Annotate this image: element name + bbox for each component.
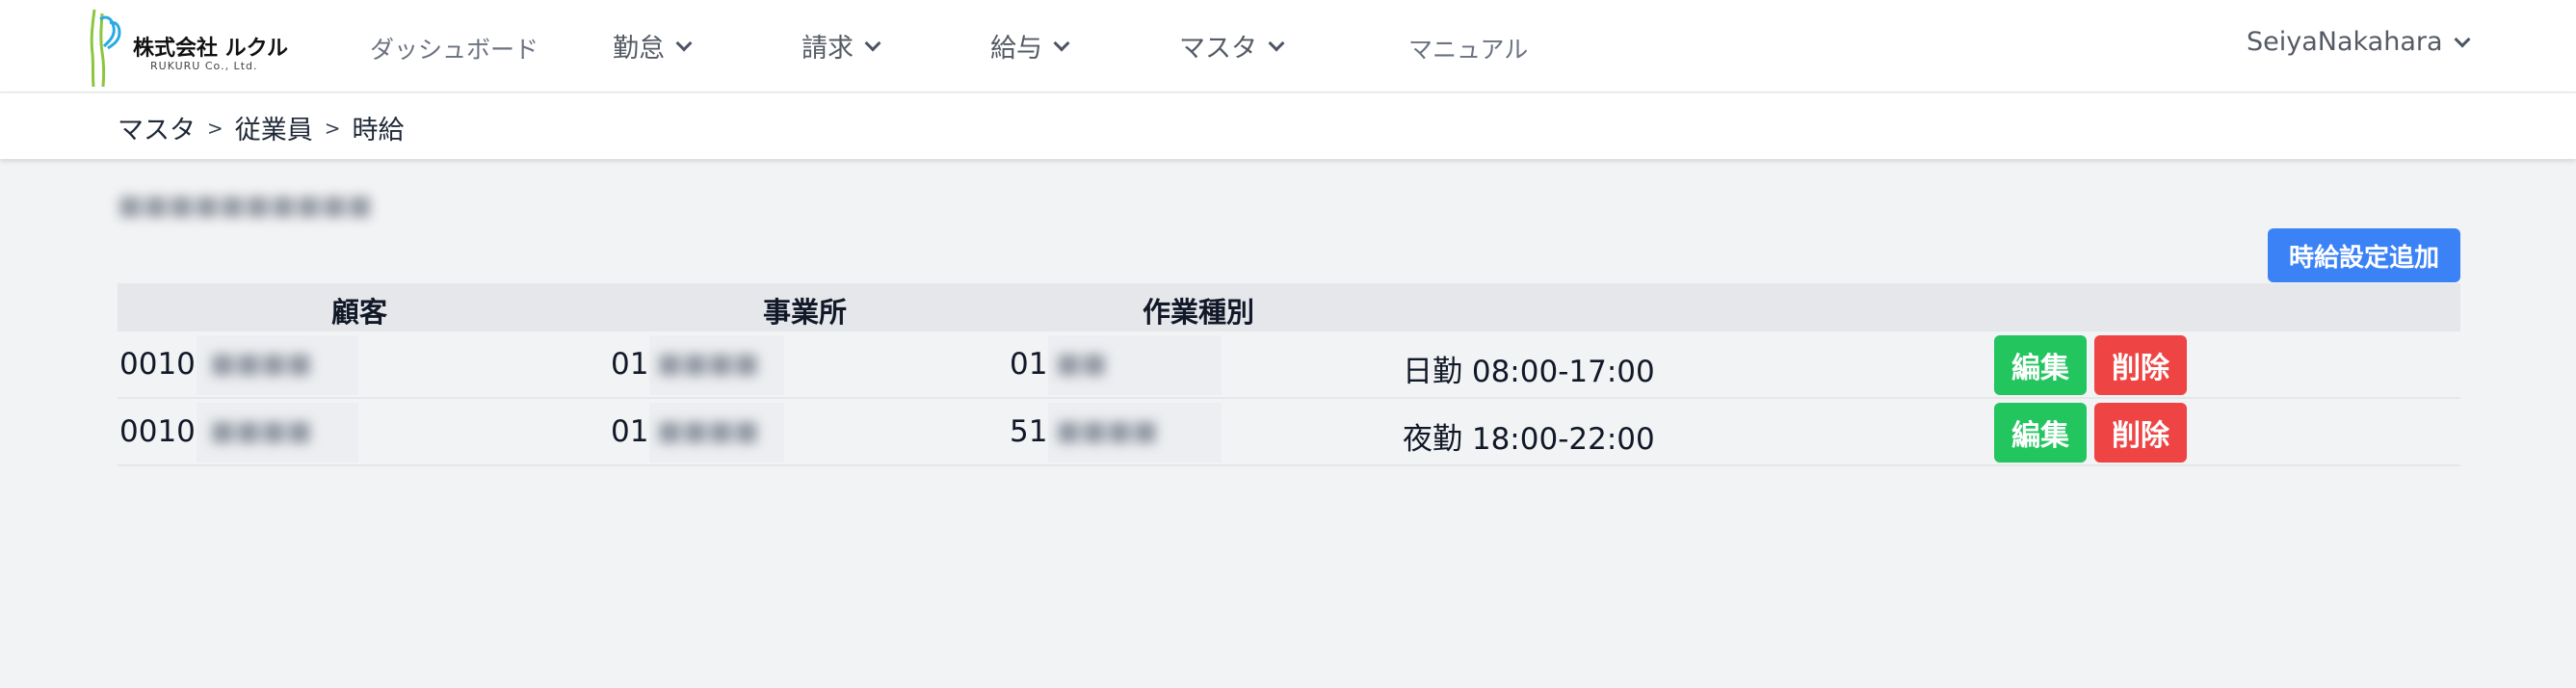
breadcrumb-master[interactable]: マスタ [118, 109, 196, 146]
shift-time: 夜勤 18:00-22:00 [1403, 422, 1655, 457]
nav-manual-label: マニュアル [1408, 36, 1529, 64]
nav-salary-label: 給与 [990, 34, 1042, 64]
customer-code: 0010: [119, 414, 206, 449]
header-customer: 顧客 [331, 296, 388, 329]
redacted-text: ■■■■ [657, 414, 759, 446]
top-navbar: 株式会社 ルクル RUKURU Co., Ltd. ダッシュボード 勤怠 請求 … [0, 0, 2576, 93]
chevron-down-icon [2454, 31, 2471, 47]
breadcrumb-bar: マスタ > 従業員 > 時給 [0, 93, 2576, 159]
company-logo[interactable]: 株式会社 ルクル RUKURU Co., Ltd. [87, 6, 299, 89]
add-hourly-wage-button[interactable]: 時給設定追加 [2268, 228, 2460, 282]
table-header: 顧客 事業所 作業種別 [118, 283, 2460, 331]
breadcrumb-separator: > [324, 116, 341, 140]
nav-manual[interactable]: マニュアル [1408, 31, 1528, 66]
edit-button[interactable]: 編集 [1994, 403, 2087, 463]
chevron-down-icon [675, 35, 693, 51]
user-menu[interactable]: SeiyaNakahara [2247, 27, 2471, 57]
redacted-page-title: ■■■■■■■■■■ [118, 189, 373, 221]
header-work-type: 作業種別 [1143, 296, 1255, 329]
redacted-text: ■■■■ [657, 347, 759, 379]
edit-button[interactable]: 編集 [1994, 335, 2087, 395]
chevron-down-icon [1268, 35, 1285, 51]
redacted-text: ■■■■ [210, 414, 312, 446]
chevron-down-icon [864, 35, 881, 51]
breadcrumb: マスタ > 従業員 > 時給 [118, 109, 405, 146]
nav-billing[interactable]: 請求 [802, 27, 881, 65]
breadcrumb-employee[interactable]: 従業員 [235, 109, 313, 146]
nav-dashboard[interactable]: ダッシュボード [370, 31, 539, 66]
nav-master[interactable]: マスタ [1179, 27, 1285, 65]
redacted-text: ■■■■ [210, 347, 312, 379]
company-subtitle: RUKURU Co., Ltd. [150, 60, 258, 72]
header-office: 事業所 [763, 296, 848, 329]
chevron-down-icon [1053, 35, 1070, 51]
redacted-text: ■■ [1056, 347, 1107, 379]
shift-time: 日勤 08:00-17:00 [1403, 355, 1655, 389]
nav-billing-label: 請求 [802, 34, 854, 64]
nav-salary[interactable]: 給与 [990, 27, 1070, 65]
customer-code: 0010: [119, 347, 206, 382]
delete-button[interactable]: 削除 [2094, 335, 2187, 395]
table-row: 0010: ■■■■ 01: ■■■■ 01: ■■ 日勤 08:00-17:0… [118, 331, 2460, 399]
logo-hands-icon [90, 9, 121, 88]
nav-attendance-label: 勤怠 [613, 34, 665, 64]
nav-master-label: マスタ [1179, 34, 1257, 64]
table-row: 0010: ■■■■ 01: ■■■■ 51: ■■■■ 夜勤 18:00-22… [118, 399, 2460, 466]
delete-button[interactable]: 削除 [2094, 403, 2187, 463]
nav-attendance[interactable]: 勤怠 [613, 27, 693, 65]
redacted-text: ■■■■ [1056, 414, 1158, 446]
breadcrumb-hourly-wage: 時給 [352, 116, 405, 146]
nav-dashboard-label: ダッシュボード [370, 36, 539, 64]
user-name: SeiyaNakahara [2247, 27, 2443, 57]
company-name: 株式会社 ルクル [133, 37, 288, 61]
breadcrumb-separator: > [207, 116, 223, 140]
